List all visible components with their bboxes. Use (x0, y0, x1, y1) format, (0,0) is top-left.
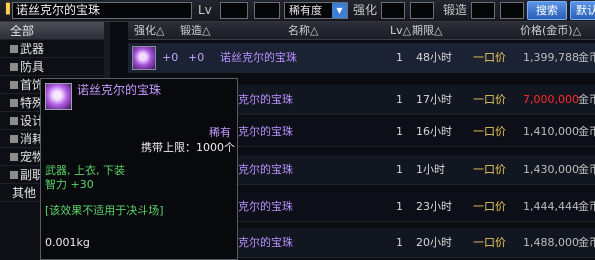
search-button[interactable]: 搜索 (527, 1, 567, 20)
search-bar: ▐ 诺丝克尔的宝珠 Lv 稀有度 ▼ 强化 锻造 搜索 默认 (0, 0, 595, 22)
orb-item-icon (132, 46, 156, 70)
table-row[interactable]: +0 +0 诺丝克尔的宝珠 1 48小时 一口价 1,399,788 金币 (128, 43, 595, 73)
collapse-icon (10, 63, 18, 71)
lv-min-input[interactable] (220, 2, 248, 19)
default-sort-button[interactable]: 默认 (570, 1, 595, 20)
forge-max-input[interactable] (500, 2, 524, 19)
row-time: 23小时 (416, 200, 452, 213)
row-lv: 1 (396, 125, 403, 138)
lv-max-input[interactable] (254, 2, 280, 19)
row-price: 1,444,444 (523, 200, 579, 213)
row-time: 17小时 (416, 93, 452, 106)
row-lv: 1 (396, 200, 403, 213)
row-time: 20小时 (416, 236, 452, 249)
strengthen-max-input[interactable] (410, 2, 434, 19)
orb-item-icon (45, 83, 72, 110)
rarity-select[interactable]: 稀有度 ▼ (284, 2, 348, 19)
strengthen-min-input[interactable] (381, 2, 405, 19)
header-time[interactable]: 期限△ (412, 24, 442, 38)
row-item-name: 克尔的宝珠 (238, 236, 293, 249)
row-lv: 1 (396, 51, 403, 64)
category-all[interactable]: 全部 (0, 22, 110, 40)
chevron-down-icon[interactable]: ▼ (332, 3, 347, 18)
row-buyout-type: 一口价 (473, 125, 506, 138)
header-price[interactable]: 价格(金币)△ (520, 24, 581, 38)
header-strengthen[interactable]: 强化△ (134, 24, 164, 38)
tooltip-weight: 0.001kg (45, 236, 90, 249)
collapse-icon (10, 99, 18, 107)
tooltip-stat: 智力 +30 (45, 178, 94, 191)
row-currency: 金币 (578, 236, 595, 249)
category-label: 其他 (12, 186, 37, 200)
row-price: 1,430,000 (523, 163, 579, 176)
tooltip-carry-limit: 携带上限：1000个 (141, 141, 235, 154)
tooltip-note: [该效果不适用于决斗场] (45, 204, 164, 217)
row-currency: 金币 (578, 163, 595, 176)
row-currency: 金币 (578, 93, 595, 106)
lv-label: Lv (198, 3, 212, 17)
collapse-icon (10, 153, 18, 161)
search-input[interactable]: 诺丝克尔的宝珠 (12, 2, 192, 19)
row-price: 1,410,000 (523, 125, 579, 138)
forge-label: 锻造 (443, 3, 468, 17)
forge-min-input[interactable] (471, 2, 495, 19)
row-time: 48小时 (416, 51, 452, 64)
row-currency: 金币 (578, 125, 595, 138)
collapse-icon (10, 117, 18, 125)
row-price: 7,000,000 (523, 93, 579, 106)
tooltip-item-name: 诺丝克尔的宝珠 (77, 83, 162, 97)
row-lv: 1 (396, 163, 403, 176)
row-buyout-type: 一口价 (473, 236, 506, 249)
row-item-name: 克尔的宝珠 (238, 93, 293, 106)
rarity-value: 稀有度 (289, 4, 322, 17)
row-time: 1小时 (416, 163, 445, 176)
collapse-icon (10, 81, 18, 89)
collapse-icon (10, 45, 18, 53)
category-label: 防具 (20, 60, 45, 74)
category-weapon[interactable]: 武器 (0, 40, 110, 58)
strengthen-label: 强化 (353, 3, 378, 17)
row-lv: 1 (396, 93, 403, 106)
header-lv[interactable]: Lv△ (390, 24, 411, 38)
category-label: 全部 (10, 24, 35, 38)
category-armor[interactable]: 防具 (0, 58, 110, 76)
row-time: 16小时 (416, 125, 452, 138)
header-name[interactable]: 名称△ (288, 24, 318, 38)
row-currency: 金币 (578, 200, 595, 213)
row-buyout-type: 一口价 (473, 200, 506, 213)
header-forge[interactable]: 锻造△ (180, 24, 210, 38)
row-item-name: 克尔的宝珠 (238, 200, 293, 213)
row-price: 1,488,000 (523, 236, 579, 249)
row-buyout-type: 一口价 (473, 163, 506, 176)
row-currency: 金币 (578, 51, 595, 64)
row-item-name: 克尔的宝珠 (238, 163, 293, 176)
row-price: 1,399,788 (523, 51, 579, 64)
row-lv: 1 (396, 236, 403, 249)
category-label: 武器 (20, 42, 45, 56)
collapse-icon (10, 135, 18, 143)
row-buyout-type: 一口价 (473, 51, 506, 64)
tooltip-equip-types: 武器, 上衣, 下装 (45, 164, 125, 177)
row-strengthen: +0 (162, 51, 179, 64)
row-forge: +0 (188, 51, 205, 64)
row-buyout-type: 一口价 (473, 93, 506, 106)
item-tooltip: 诺丝克尔的宝珠 稀有 携带上限：1000个 武器, 上衣, 下装 智力 +30 … (40, 78, 238, 260)
row-item-name: 克尔的宝珠 (238, 125, 293, 138)
table-header: 强化△ 锻造△ 名称△ Lv△ 期限△ 价格(金币)△ (128, 22, 595, 40)
row-item-name: 诺丝克尔的宝珠 (220, 51, 297, 64)
collapse-icon (10, 171, 18, 179)
tooltip-rarity: 稀有 (209, 126, 231, 139)
